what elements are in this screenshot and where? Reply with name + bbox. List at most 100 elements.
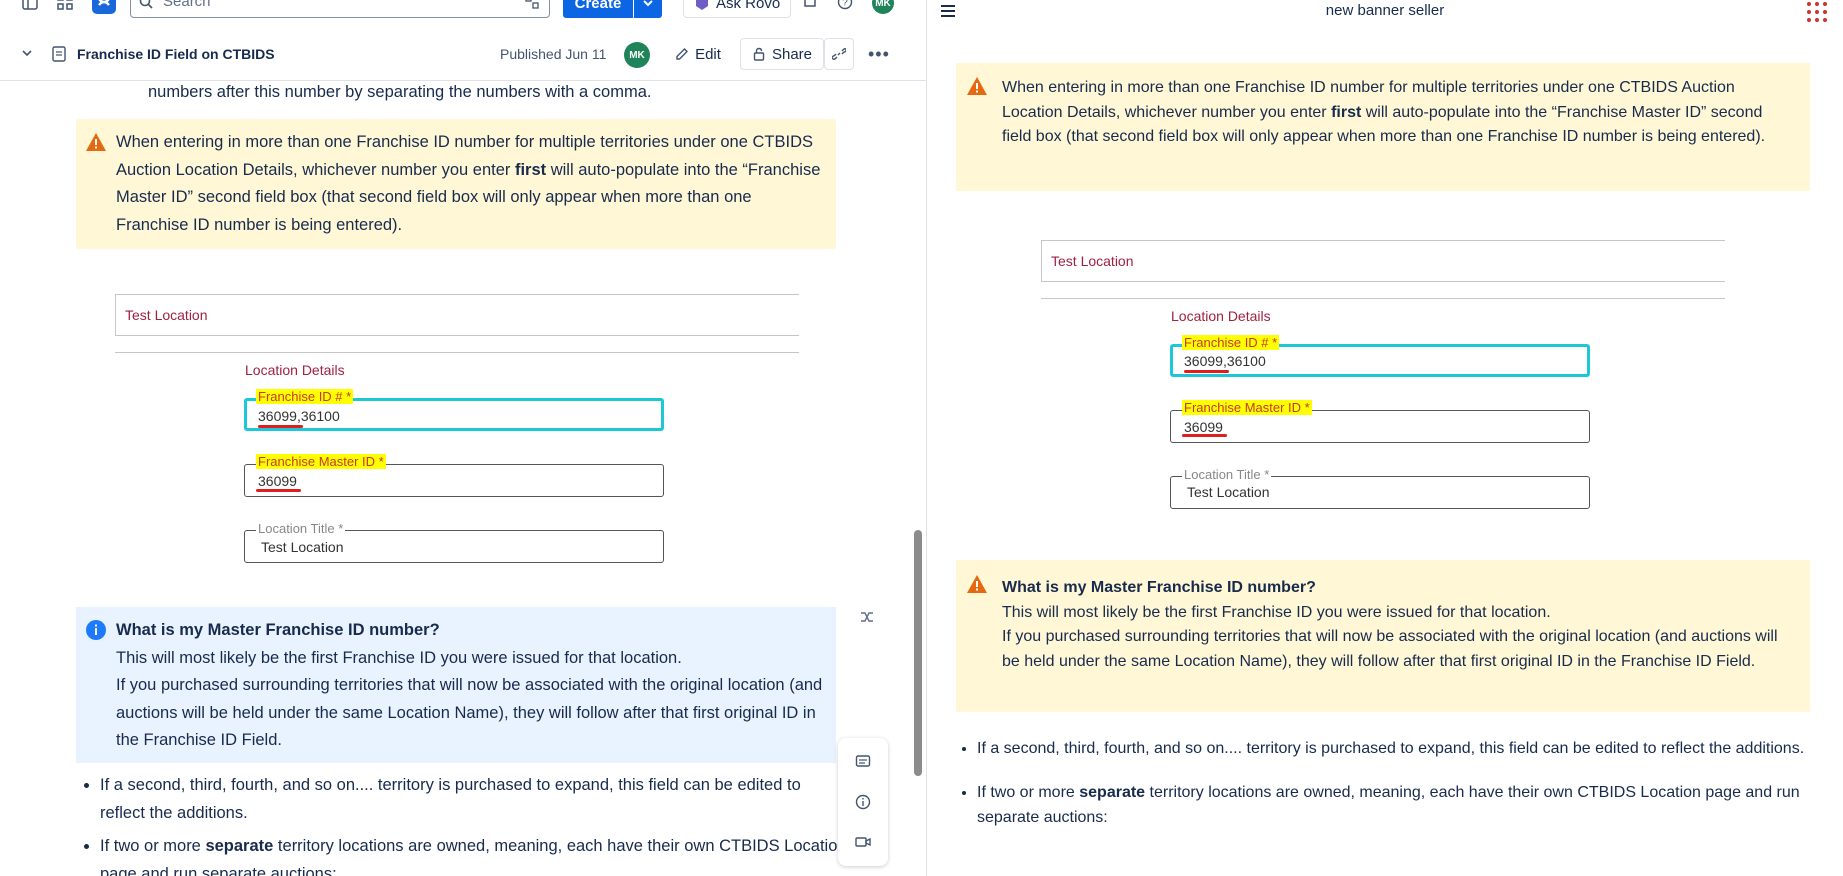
collapse-chevron-icon[interactable] <box>20 46 34 65</box>
intro-text: numbers after this number by separating … <box>148 83 652 101</box>
filter-icon[interactable] <box>525 0 539 9</box>
shuffle-icon[interactable] <box>860 610 874 629</box>
test-location-label: Test Location <box>125 307 208 323</box>
location-title-label: Location Title * <box>1182 467 1272 482</box>
lock-icon <box>753 47 765 61</box>
info-heading: What is my Master Franchise ID number? <box>116 621 440 639</box>
underline-mark <box>256 489 301 492</box>
chevron-down-icon <box>643 0 653 7</box>
location-title-value: Test Location <box>261 539 344 555</box>
comment-icon[interactable] <box>851 750 875 774</box>
pencil-icon <box>676 48 689 60</box>
edit-label: Edit <box>695 45 721 63</box>
franchise-id-value: 36099,36100 <box>258 408 340 424</box>
app-switcher-icon[interactable] <box>55 0 75 12</box>
ask-rovo-button[interactable]: Ask Rovo <box>683 0 791 18</box>
underline-mark <box>1182 434 1227 437</box>
search-placeholder: Search <box>163 0 211 10</box>
franchise-id-label: Franchise ID # * <box>256 389 354 404</box>
franchise-id-value-rest: ,36100 <box>1222 353 1266 369</box>
help-icon[interactable]: ? <box>835 0 855 12</box>
note-line1: This will most likely be the first Franc… <box>1002 603 1551 621</box>
warning-text: When entering in more than one Franchise… <box>116 129 828 239</box>
franchise-master-id-label: Franchise Master ID * <box>256 454 386 469</box>
bullet-list: If a second, third, fourth, and so on...… <box>957 736 1837 837</box>
list-item: If two or more separate territory locati… <box>977 780 1837 831</box>
warning-panel: When entering in more than one Franchise… <box>956 63 1810 191</box>
info-icon <box>86 620 106 640</box>
list-item-text: If two or more <box>100 837 206 855</box>
preview-pane: new banner seller When entering in more … <box>927 0 1843 876</box>
list-item: If a second, third, fourth, and so on...… <box>100 772 850 827</box>
info-line1: This will most likely be the first Franc… <box>116 648 682 667</box>
page-icon <box>52 46 66 67</box>
scrollbar-thumb[interactable] <box>914 530 922 776</box>
share-button[interactable]: Share <box>740 38 824 70</box>
franchise-master-id-value: 36099 <box>1184 419 1223 435</box>
rovo-icon <box>696 0 708 10</box>
info-text: What is my Master Franchise ID number? T… <box>116 617 828 755</box>
franchise-master-id-value: 36099 <box>258 473 297 489</box>
warning-text: When entering in more than one Franchise… <box>1002 76 1792 150</box>
search-input[interactable]: Search <box>130 0 550 18</box>
list-item-bold: separate <box>1079 783 1146 801</box>
divider <box>1041 298 1725 299</box>
test-location-box: Test Location <box>115 294 799 336</box>
list-item-bold: separate <box>205 837 274 855</box>
list-item: If a second, third, fourth, and so on...… <box>977 736 1837 762</box>
more-actions-icon[interactable]: ••• <box>868 44 890 65</box>
search-icon <box>139 0 153 9</box>
copy-link-button[interactable] <box>824 38 854 70</box>
note-panel: What is my Master Franchise ID number? T… <box>956 560 1810 712</box>
note-heading: What is my Master Franchise ID number? <box>1002 579 1316 596</box>
franchise-id-label: Franchise ID # * <box>1182 335 1280 350</box>
confluence-pane: Search Create Ask Rovo ? MK Franchise ID… <box>0 0 927 876</box>
warning-icon <box>86 133 106 151</box>
video-icon[interactable] <box>851 830 875 854</box>
confluence-logo-icon[interactable] <box>92 0 116 14</box>
franchise-id-value-first: 36099 <box>258 408 297 424</box>
create-label: Create <box>574 0 622 12</box>
avatar[interactable]: MK <box>872 0 894 14</box>
warning-panel: When entering in more than one Franchise… <box>76 119 836 249</box>
location-details-label: Location Details <box>245 362 345 378</box>
note-line2: If you purchased surrounding territories… <box>1002 628 1778 670</box>
info-line2: If you purchased surrounding territories… <box>116 676 823 749</box>
link-icon <box>832 48 846 60</box>
create-dropdown-button[interactable] <box>634 0 662 18</box>
edit-button[interactable]: Edit <box>667 38 729 70</box>
test-location-label: Test Location <box>1051 253 1134 269</box>
preview-title: new banner seller <box>1325 2 1445 19</box>
page-header: Franchise ID Field on CTBIDS Published J… <box>0 30 926 81</box>
info-panel: What is my Master Franchise ID number? T… <box>76 607 836 763</box>
franchise-id-value-rest: ,36100 <box>296 408 340 424</box>
bullet-list: If a second, third, fourth, and so on...… <box>80 772 850 876</box>
warning-text-bold: first <box>1331 103 1362 121</box>
sidebar-toggle-icon[interactable] <box>20 0 40 12</box>
warning-text-bold: first <box>514 160 547 179</box>
note-text: What is my Master Franchise ID number? T… <box>1002 576 1792 674</box>
page-info-icon[interactable] <box>851 790 875 814</box>
franchise-master-id-label: Franchise Master ID * <box>1182 400 1312 415</box>
warning-icon <box>967 575 987 593</box>
published-date: Published Jun 11 <box>500 46 607 62</box>
list-item: If two or more separate territory locati… <box>100 833 850 876</box>
floating-toolbar <box>838 738 888 866</box>
location-details-label: Location Details <box>1171 308 1271 324</box>
share-label: Share <box>771 45 813 63</box>
underline-mark <box>1184 370 1229 373</box>
franchise-id-value-first: 36099 <box>1184 353 1223 369</box>
list-item-text: If two or more <box>977 783 1080 801</box>
ask-rovo-label: Ask Rovo <box>716 0 781 12</box>
author-avatar[interactable]: MK <box>624 42 650 68</box>
location-title-value: Test Location <box>1187 484 1270 500</box>
divider <box>115 352 799 353</box>
apps-grid-icon[interactable] <box>1805 0 1829 29</box>
location-title-label: Location Title * <box>256 521 346 536</box>
notifications-icon[interactable] <box>800 0 820 12</box>
create-button[interactable]: Create <box>563 0 633 18</box>
warning-icon <box>967 77 987 95</box>
underline-mark <box>258 425 303 428</box>
svg-text:?: ? <box>842 0 848 9</box>
test-location-box: Test Location <box>1041 240 1725 282</box>
